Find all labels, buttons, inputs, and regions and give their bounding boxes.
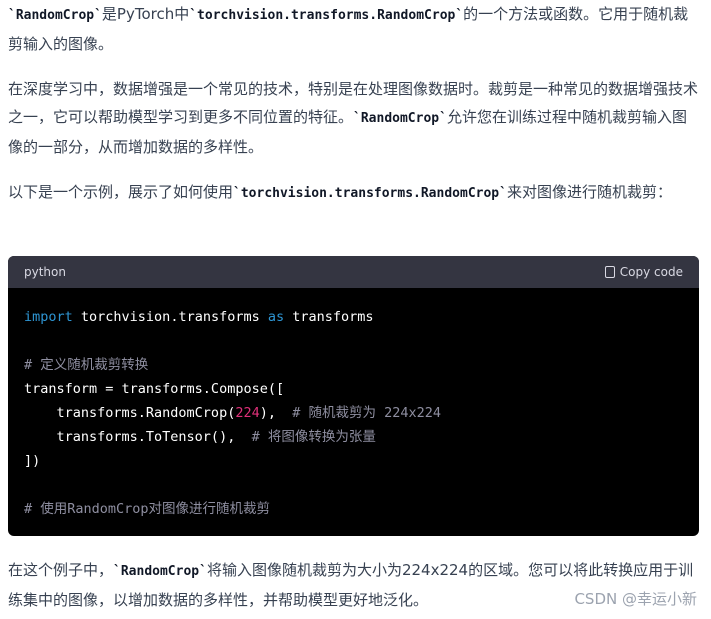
inline-code: `RandomCrop` (113, 564, 207, 579)
clipboard-icon (604, 266, 615, 278)
code-line: transforms.RandomCrop(224), # 随机裁剪为 224x… (24, 405, 442, 421)
code-comment: # 定义随机裁剪转换 (24, 357, 149, 373)
code-text: transforms.ToTensor(), (24, 429, 252, 445)
code-text: transforms (284, 309, 374, 325)
copy-code-button[interactable]: Copy code (604, 265, 683, 279)
code-comment: # 使用RandomCrop对图像进行随机裁剪 (24, 501, 271, 517)
code-text: ]) (24, 453, 41, 469)
paragraph-intro: `RandomCrop`是PyTorch中`torchvision.transf… (8, 0, 700, 58)
text: 是PyTorch中 (101, 5, 190, 23)
code-comment: # 将图像转换为张量 (251, 429, 376, 445)
keyword: import (24, 309, 73, 325)
code-content: import torchvision.transforms as transfo… (8, 288, 699, 521)
text: 来对图像进行随机裁剪： (506, 183, 672, 201)
inline-code: `torchvision.transforms.RandomCrop` (189, 8, 464, 23)
keyword: as (267, 309, 285, 325)
code-comment: # 随机裁剪为 224x224 (292, 405, 442, 421)
code-text: transform = transforms.Compose([ (24, 381, 285, 397)
text: 以下是一个示例，展示了如何使用 (8, 183, 234, 201)
code-text: transforms.RandomCrop( (24, 405, 236, 421)
code-text: ), (259, 405, 293, 421)
inline-code: `torchvision.transforms.RandomCrop` (233, 186, 507, 201)
inline-code: `RandomCrop` (8, 8, 102, 23)
code-language-label: python (24, 265, 66, 279)
copy-code-label: Copy code (619, 265, 683, 279)
code-line: transforms.ToTensor(), # 将图像转换为张量 (24, 429, 376, 445)
watermark: CSDN @幸运小新 (574, 590, 697, 608)
code-line: import torchvision.transforms as transfo… (24, 309, 374, 325)
text: 在这个例子中， (8, 561, 114, 579)
code-header: python Copy code (8, 256, 699, 288)
code-block: python Copy code import torchvision.tran… (8, 256, 699, 536)
paragraph-explanation: 在深度学习中，数据增强是一个常见的技术，特别是在处理图像数据时。裁剪是一种常见的… (8, 75, 700, 161)
inline-code: `RandomCrop` (353, 111, 447, 126)
paragraph-example-intro: 以下是一个示例，展示了如何使用`torchvision.transforms.R… (8, 178, 700, 208)
code-number: 224 (235, 405, 260, 421)
code-text: torchvision.transforms (72, 309, 268, 325)
